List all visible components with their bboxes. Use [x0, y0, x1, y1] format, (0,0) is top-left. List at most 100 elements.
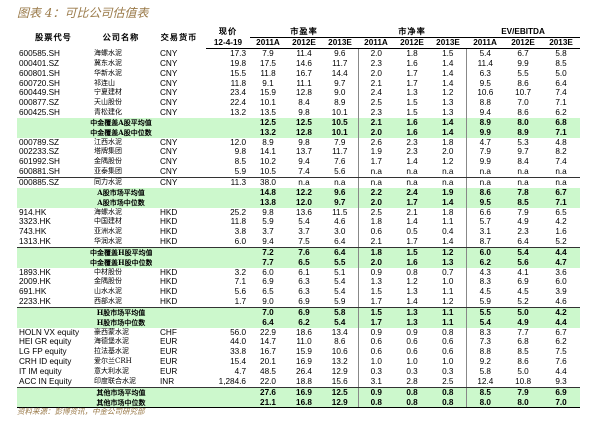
pe-cell: 14.6 [296, 58, 312, 68]
pe-cell: 18.8 [286, 376, 322, 388]
price-cell [206, 187, 250, 198]
ev-cell: 8.0 [465, 397, 505, 409]
table-row: 1313.HK 华润水泥 HKD 6.0 9.4 7.5 6.4 2.1 1.7 1.4 8.7 6.… [17, 237, 581, 248]
pe-cell: 13.4 [331, 327, 348, 337]
stock-code-cell: 600585.SH [19, 48, 60, 58]
pb-cell: n.a [430, 167, 467, 178]
table-row: 600881.SH 亚泰集团 CNY 5.9 10.5 7.4 5.6 n.a n.a n.a n.… [17, 167, 581, 178]
ev-cell: 8.5 [465, 387, 505, 398]
pe-cell: 14.8 [250, 187, 286, 198]
ev-cell: 8.0 [504, 117, 543, 128]
pb-cell: 1.4 [430, 197, 467, 208]
pe-cell: 5.5 [322, 257, 359, 268]
ev-cell: 5.6 [504, 257, 543, 268]
pb-cell: 1.4 [430, 237, 467, 248]
summary-label-cell: 中金覆盖H股中位数 [90, 257, 152, 268]
pb-cell: 0.8 [394, 397, 431, 409]
ev-cell: 8.3 [465, 277, 505, 288]
ev-cell: 8.5 [504, 197, 543, 208]
price-cell [206, 247, 250, 258]
ev-cell: 1.6 [555, 227, 567, 237]
currency-cell: HKD [160, 277, 178, 287]
pb-cell: 0.6 [442, 347, 454, 357]
stock-code-cell [17, 307, 90, 318]
pe-cell: 5.4 [322, 317, 359, 328]
pe-cell: 17.5 [260, 58, 276, 68]
ev-cell: 8.8 [465, 347, 505, 358]
currency-cell [152, 127, 206, 138]
ev-cell: 6.7 [555, 327, 567, 337]
pb-cell: 0.8 [394, 387, 431, 398]
ev-cell: 5.4 [504, 247, 543, 258]
price-cell: 15.5 [230, 68, 246, 78]
pe-cell: 13.7 [296, 147, 312, 157]
pe-cell: 6.9 [286, 297, 322, 308]
pe-cell: 11.8 [260, 68, 276, 78]
pe-cell: 12.8 [296, 88, 312, 98]
company-name-cell: 天山股份 [94, 98, 122, 107]
currency-cell: HKD [160, 227, 178, 237]
price-cell: 13.2 [230, 108, 246, 118]
summary-row: 中金覆盖H股平均值 7.2 7.6 6.4 1.8 1.5 1.2 6.0 5.4 4.4 [17, 247, 581, 258]
pb-cell: 1.7 [357, 297, 395, 308]
pe-cell: 9.7 [322, 197, 359, 208]
ev-cell: n.a [504, 167, 543, 178]
company-name-cell: 宁夏建材 [94, 88, 122, 97]
stock-code-cell: 1313.HK [17, 237, 90, 248]
ev-cell: 4.8 [555, 137, 567, 147]
ev-cell: 7.1 [555, 98, 567, 108]
pe-cell: 26.4 [296, 367, 312, 376]
pe-cell: 12.5 [286, 117, 322, 128]
pb-cell: 2.1 [357, 117, 395, 128]
currency-cell: CNY [160, 78, 178, 88]
year-header: 2011A [358, 37, 395, 49]
pb-cell: 1.0 [442, 357, 454, 367]
pe-cell: 10.1 [331, 108, 348, 118]
table-row: 1893.HK 中材股份 HKD 3.2 6.0 6.1 5.1 0.9 0.8 0.7 4.3 4.… [17, 267, 580, 278]
pe-cell: 5.4 [334, 287, 346, 297]
ev-cell: 6.4 [504, 237, 543, 248]
pe-cell: 10.5 [250, 167, 286, 178]
pe-cell: 12.8 [286, 127, 322, 138]
pb-cell: 2.5 [430, 376, 467, 388]
table-row: 600720.SH 祁连山 CNY 11.8 9.1 11.1 9.7 2.1 1.7 1.4 9.… [17, 78, 580, 89]
stock-code-cell [17, 117, 90, 128]
pb-cell: 1.6 [394, 257, 431, 268]
pe-cell: 12.9 [322, 397, 359, 409]
pb-cell: 0.8 [406, 267, 418, 277]
currency-cell: CNY [160, 98, 178, 108]
stock-code-cell: 1893.HK [19, 267, 51, 277]
pe-cell: 5.9 [262, 217, 274, 227]
stock-code-cell [17, 127, 90, 138]
stock-code-cell: CRH ID equity [19, 357, 72, 367]
pb-cell: 2.5 [357, 98, 395, 109]
ev-cell: 6.9 [517, 277, 529, 287]
pb-cell: 1.5 [406, 108, 418, 118]
pb-cell: 0.6 [442, 337, 454, 347]
year-header: 2013E [430, 37, 467, 49]
ev-cell: 4.9 [517, 217, 529, 227]
pb-cell: 2.3 [357, 58, 395, 69]
ev-cell: 9.7 [517, 147, 529, 157]
stock-code-cell: 600881.SH [17, 167, 90, 178]
company-name-cell: 亚泰集团 [90, 167, 152, 178]
pb-cell: 1.2 [442, 157, 454, 167]
pb-cell: 1.2 [430, 297, 467, 308]
ev-group-header: EV/EBITDA [466, 26, 581, 38]
currency-cell: CNY [160, 68, 178, 78]
pe-cell: 6.5 [286, 257, 322, 268]
price-cell: 56.0 [230, 327, 246, 337]
price-cell: 1.7 [206, 297, 250, 308]
pb-cell: 1.3 [394, 317, 431, 328]
pe-cell: 13.8 [250, 197, 286, 208]
price-cell [206, 127, 250, 138]
pb-cell: 1.9 [430, 187, 467, 198]
pb-cell: 1.4 [430, 127, 467, 138]
pe-cell: 8.6 [334, 337, 346, 347]
ev-cell: 5.9 [465, 297, 505, 308]
pe-cell: 5.8 [322, 307, 359, 318]
pb-cell: 2.0 [357, 127, 395, 138]
summary-row: 其他市场平均值 27.6 16.9 12.5 0.9 0.8 0.8 8.5 7.9 6.9 [17, 387, 581, 398]
ev-cell: 7.6 [555, 357, 567, 367]
company-name-cell: 青松建化 [94, 108, 122, 117]
